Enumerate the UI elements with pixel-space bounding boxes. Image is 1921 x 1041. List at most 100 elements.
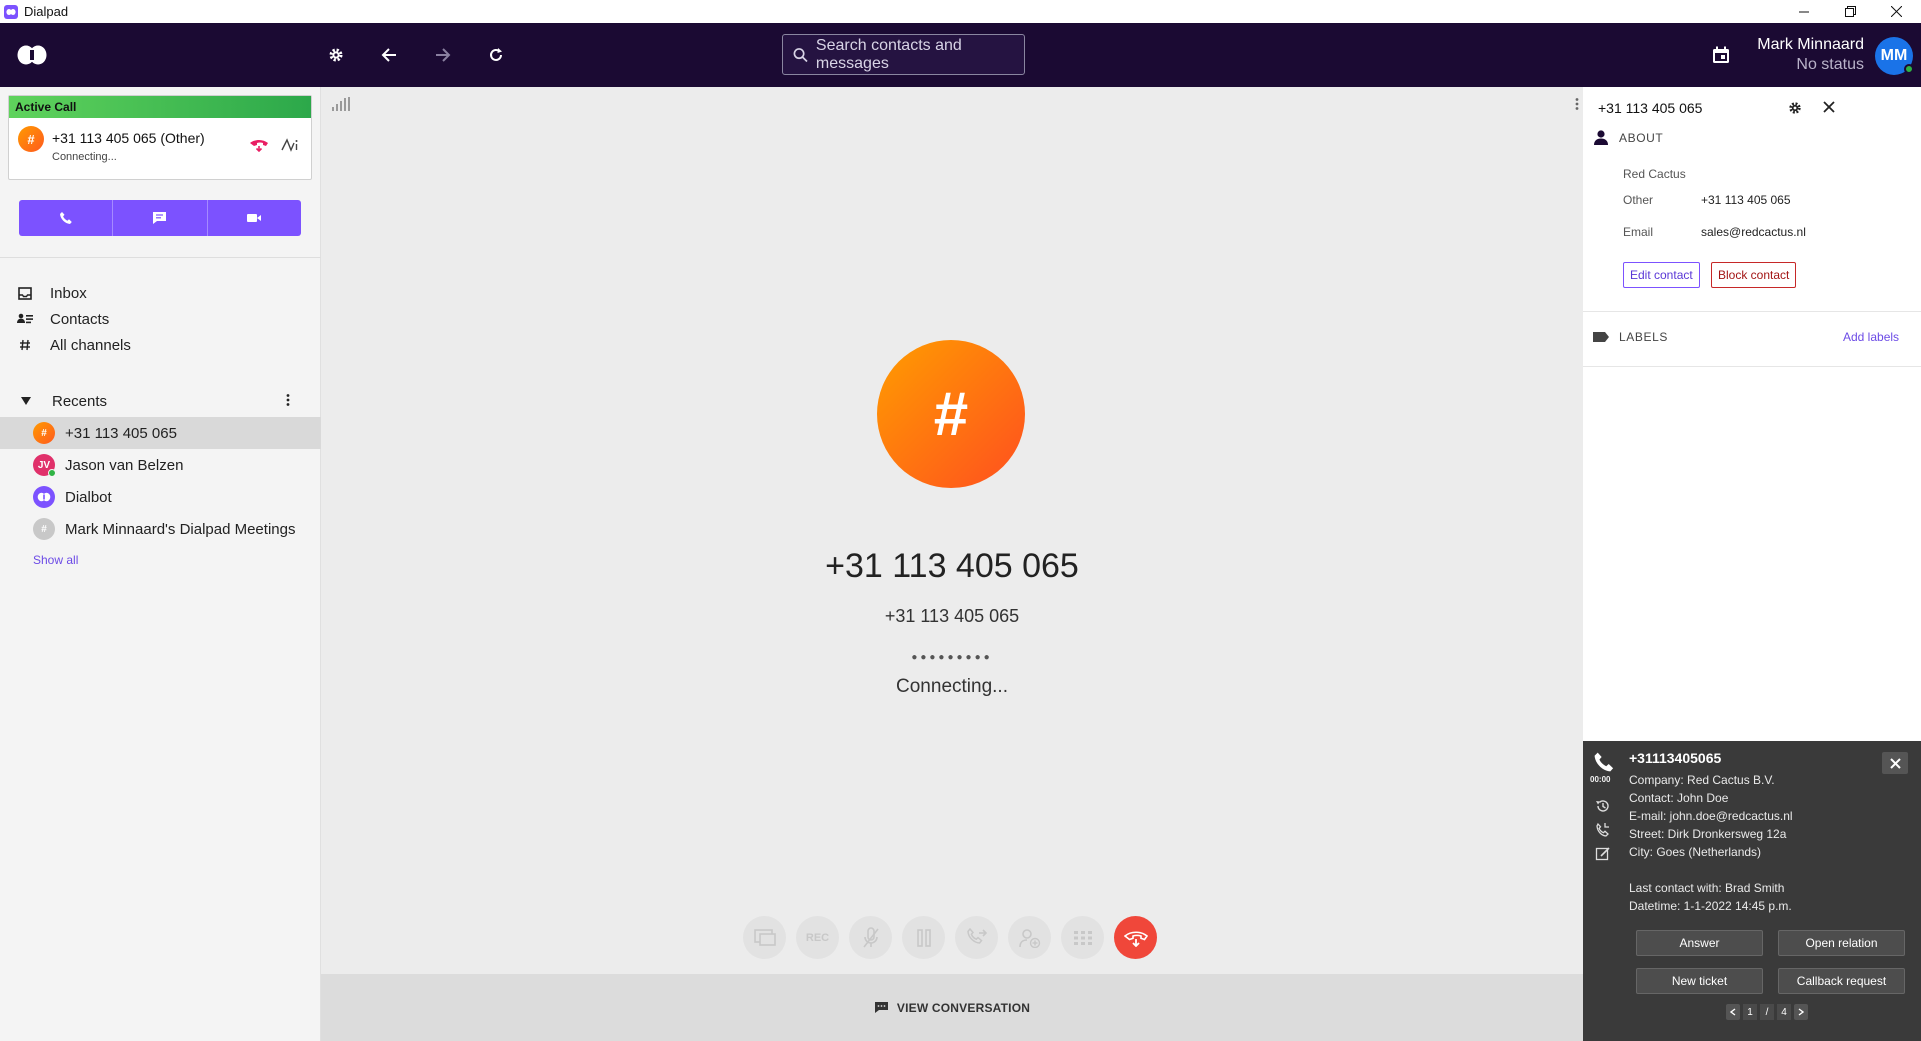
new-ticket-button[interactable]: New ticket xyxy=(1636,968,1763,994)
recent-avatar: JV xyxy=(33,454,56,477)
call-log-icon[interactable] xyxy=(1595,822,1615,838)
hash-icon xyxy=(20,339,30,351)
history-icon[interactable] xyxy=(1595,798,1615,814)
recent-avatar: # xyxy=(33,422,55,444)
user-info[interactable]: Mark Minnaard No status xyxy=(1757,35,1864,75)
search-placeholder: Search contacts and messages xyxy=(815,36,962,72)
forward-arrow-icon[interactable] xyxy=(423,23,463,87)
incoming-call-icon xyxy=(1593,751,1615,773)
labels-section-header: LABELS xyxy=(1583,330,1668,344)
ai-wave-icon xyxy=(281,138,298,152)
popup-sidebar: 00:00 xyxy=(1590,751,1615,862)
search-input[interactable]: Search contacts and messages xyxy=(782,34,1025,75)
connecting-dots: ●●●●●●●●● xyxy=(911,652,993,663)
transfer-button[interactable] xyxy=(955,916,998,959)
other-value[interactable]: +31 113 405 065 xyxy=(1701,193,1791,207)
microphone-muted-icon xyxy=(862,926,879,947)
app-header: Search contacts and messages Mark Minnaa… xyxy=(0,23,1921,87)
add-labels-link[interactable]: Add labels xyxy=(1843,330,1899,344)
pager-prev-button[interactable] xyxy=(1726,1004,1740,1020)
sidebar-item-label: Contacts xyxy=(50,310,110,328)
minimize-button[interactable] xyxy=(1781,0,1827,23)
add-person-icon xyxy=(1018,928,1040,948)
recent-item[interactable]: Dialbot xyxy=(0,481,321,513)
call-status: Connecting... xyxy=(896,676,1008,697)
dialpad-logo-icon[interactable] xyxy=(12,23,52,87)
contact-other-row: Other +31 113 405 065 xyxy=(1623,193,1791,207)
edit-note-icon[interactable] xyxy=(1595,846,1615,862)
call-button[interactable] xyxy=(19,200,112,236)
search-icon xyxy=(793,47,808,62)
transfer-icon xyxy=(966,927,987,944)
window-title: Dialpad xyxy=(24,4,69,19)
sidebar-item-all-channels[interactable]: All channels xyxy=(0,332,321,358)
view-conversation-button[interactable]: VIEW CONVERSATION xyxy=(321,974,1583,1041)
dialbot-avatar-icon xyxy=(33,486,55,508)
callback-request-button[interactable]: Callback request xyxy=(1778,968,1905,994)
keypad-icon xyxy=(1073,930,1092,945)
sidebar-item-inbox[interactable]: Inbox xyxy=(0,280,321,306)
recent-label: +31 113 405 065 xyxy=(65,424,177,442)
keypad-button[interactable] xyxy=(1061,916,1104,959)
edit-contact-button[interactable]: Edit contact xyxy=(1623,262,1700,288)
hold-button[interactable] xyxy=(902,916,945,959)
refresh-icon[interactable] xyxy=(476,23,516,87)
call-timer: 00:00 xyxy=(1590,775,1611,784)
phone-icon xyxy=(59,212,72,224)
popup-contact: Contact: John Doe xyxy=(1629,791,1729,805)
pager-current: 1 xyxy=(1743,1004,1757,1020)
close-window-button[interactable] xyxy=(1873,0,1919,23)
popup-city: City: Goes (Netherlands) xyxy=(1629,845,1762,859)
block-contact-button[interactable]: Block contact xyxy=(1711,262,1797,288)
pager-next-button[interactable] xyxy=(1794,1004,1808,1020)
video-button[interactable] xyxy=(206,200,301,236)
sidebar-item-contacts[interactable]: Contacts xyxy=(0,306,321,332)
recent-item[interactable]: # Mark Minnaard's Dialpad Meetings xyxy=(0,513,321,545)
popup-email: E-mail: john.doe@redcactus.nl xyxy=(1629,809,1793,823)
mute-button[interactable] xyxy=(849,916,892,959)
record-label: REC xyxy=(805,931,830,944)
caller-number: +31 113 405 065 xyxy=(825,547,1079,585)
add-caller-button[interactable] xyxy=(1008,916,1051,959)
panel-divider xyxy=(1583,311,1921,312)
calendar-icon[interactable] xyxy=(1701,23,1741,87)
chevron-left-icon xyxy=(1730,1008,1736,1016)
user-avatar[interactable]: MM xyxy=(1875,37,1914,75)
sidebar-divider xyxy=(0,257,321,258)
restore-button[interactable] xyxy=(1827,0,1873,23)
user-initials: MM xyxy=(1880,47,1908,64)
settings-gear-icon[interactable] xyxy=(316,23,356,87)
recent-item[interactable]: JV Jason van Belzen xyxy=(0,449,321,481)
sidebar-item-label: All channels xyxy=(50,336,131,354)
hangup-button[interactable] xyxy=(246,132,272,158)
online-status-dot xyxy=(1904,64,1914,74)
panel-close-icon[interactable] xyxy=(1823,101,1835,113)
more-options-icon[interactable] xyxy=(1575,97,1579,111)
message-icon xyxy=(153,212,167,224)
view-conversation-label: VIEW CONVERSATION xyxy=(896,1000,1031,1015)
recents-more-icon[interactable] xyxy=(286,393,290,407)
screen-share-button[interactable] xyxy=(743,916,786,959)
caller-avatar: # xyxy=(877,340,1025,488)
show-all-link[interactable]: Show all xyxy=(33,553,78,567)
popup-street: Street: Dirk Dronkersweg 12a xyxy=(1629,827,1787,841)
close-icon xyxy=(1889,757,1901,769)
email-value[interactable]: sales@redcactus.nl xyxy=(1701,225,1806,239)
recents-section-header[interactable]: Recents xyxy=(0,388,321,414)
back-arrow-icon[interactable] xyxy=(369,23,409,87)
pager-separator: / xyxy=(1760,1004,1774,1020)
active-call-card[interactable]: Active Call # +31 113 405 065 (Other) Co… xyxy=(8,95,312,180)
contact-details-panel: +31 113 405 065 ABOUT Red Cactus Other +… xyxy=(1583,87,1921,741)
about-section-header: ABOUT xyxy=(1583,130,1663,145)
chevron-right-icon xyxy=(1798,1008,1804,1016)
end-call-button[interactable] xyxy=(1114,916,1157,959)
panel-settings-gear-icon[interactable] xyxy=(1788,101,1802,115)
open-relation-button[interactable]: Open relation xyxy=(1778,930,1905,956)
video-icon xyxy=(247,214,262,222)
message-button[interactable] xyxy=(112,200,206,236)
recent-item[interactable]: # +31 113 405 065 xyxy=(0,417,321,449)
record-button[interactable]: REC xyxy=(796,916,839,959)
popup-close-button[interactable] xyxy=(1882,752,1908,774)
answer-button[interactable]: Answer xyxy=(1636,930,1763,956)
ai-assist-button[interactable] xyxy=(277,132,303,158)
